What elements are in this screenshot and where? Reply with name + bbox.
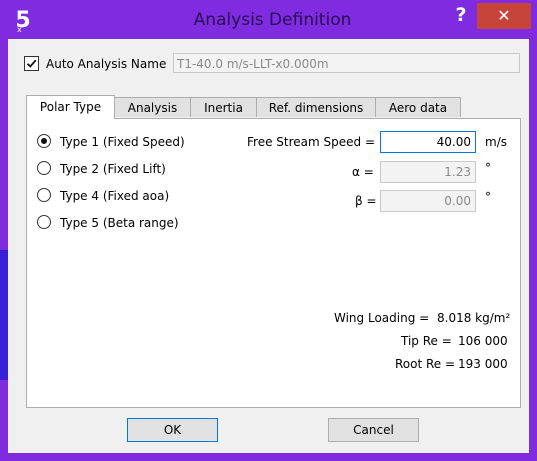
radio-type5-label: Type 5 (Beta range) bbox=[60, 216, 179, 230]
radio-type1[interactable] bbox=[37, 134, 51, 148]
title-bar[interactable]: 5 x Analysis Definition ? ✕ bbox=[0, 0, 537, 38]
auto-name-field[interactable]: T1-40.0 m/s-LLT-x0.000m bbox=[173, 53, 520, 73]
cancel-button[interactable]: Cancel bbox=[328, 418, 419, 442]
tab-inertia[interactable]: Inertia bbox=[190, 97, 257, 117]
wing-loading-value: 8.018 kg/m² bbox=[437, 311, 511, 325]
background-strip bbox=[0, 250, 8, 380]
radio-selected-dot bbox=[41, 138, 47, 144]
speed-input[interactable]: 40.00 bbox=[380, 131, 476, 153]
tab-analysis[interactable]: Analysis bbox=[114, 97, 191, 117]
tab-ref-dimensions[interactable]: Ref. dimensions bbox=[256, 97, 376, 117]
radio-type2-label: Type 2 (Fixed Lift) bbox=[60, 162, 166, 176]
root-re-label: Root Re = bbox=[395, 357, 456, 371]
alpha-unit: ° bbox=[485, 161, 491, 175]
help-button[interactable]: ? bbox=[447, 3, 475, 27]
radio-type2[interactable] bbox=[37, 161, 51, 175]
tip-re-value: 106 000 bbox=[458, 334, 508, 348]
auto-name-label: Auto Analysis Name bbox=[46, 57, 167, 71]
speed-label: Free Stream Speed = bbox=[247, 135, 375, 149]
radio-type5[interactable] bbox=[37, 215, 51, 229]
alpha-label: α = bbox=[352, 165, 374, 179]
ok-button[interactable]: OK bbox=[127, 418, 218, 442]
tab-aero-data[interactable]: Aero data bbox=[375, 97, 461, 117]
wing-loading-label: Wing Loading = bbox=[334, 311, 430, 325]
beta-unit: ° bbox=[485, 190, 491, 204]
checkmark-icon bbox=[26, 59, 37, 68]
auto-name-checkbox[interactable] bbox=[24, 56, 39, 71]
radio-type4-label: Type 4 (Fixed aoa) bbox=[60, 189, 170, 203]
beta-label: β = bbox=[355, 194, 377, 208]
tip-re-label: Tip Re = bbox=[401, 334, 452, 348]
root-re-value: 193 000 bbox=[458, 357, 508, 371]
radio-type1-label: Type 1 (Fixed Speed) bbox=[60, 135, 185, 149]
beta-input[interactable]: 0.00 bbox=[380, 190, 476, 212]
tab-polar-type[interactable]: Polar Type bbox=[26, 95, 115, 119]
dialog-body: Auto Analysis Name T1-40.0 m/s-LLT-x0.00… bbox=[8, 39, 529, 453]
radio-type4[interactable] bbox=[37, 188, 51, 202]
speed-unit: m/s bbox=[485, 135, 507, 149]
close-button[interactable]: ✕ bbox=[477, 3, 531, 29]
alpha-input[interactable]: 1.23 bbox=[380, 161, 476, 183]
polar-type-panel: Type 1 (Fixed Speed) Type 2 (Fixed Lift)… bbox=[26, 118, 521, 408]
